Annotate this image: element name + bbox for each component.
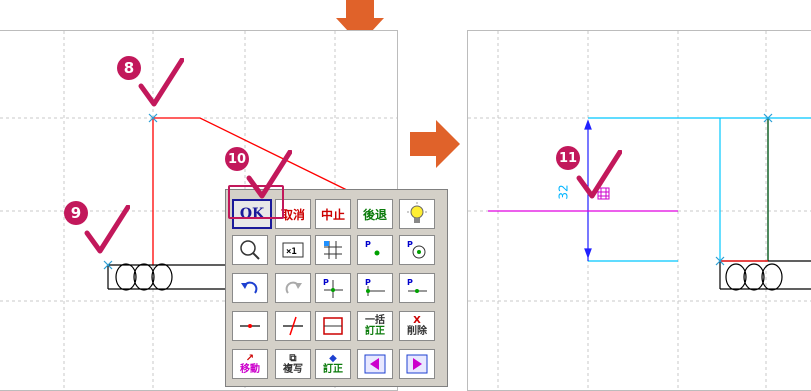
zoom-button[interactable] (232, 235, 268, 265)
copy-button[interactable]: ⧉ 複写 (275, 349, 311, 379)
snap-circle-button[interactable]: P (399, 235, 435, 265)
move-button[interactable]: ↗ 移動 (232, 349, 268, 379)
play-left-icon (364, 354, 386, 374)
arrow-right-icon (410, 120, 460, 168)
zoom-fit-icon: ×1 (282, 242, 304, 258)
play-right-icon (406, 354, 428, 374)
cad-canvas-after[interactable]: 32 (467, 30, 811, 391)
redo-button[interactable] (275, 273, 311, 303)
bulk-edit-button[interactable]: 一括 訂正 (357, 311, 393, 341)
check-icon (576, 150, 622, 199)
svg-text:P: P (407, 240, 413, 249)
undo-button[interactable] (232, 273, 268, 303)
snap-left-button[interactable]: P (357, 273, 393, 303)
snap-point-icon: P (365, 240, 380, 256)
rect-button[interactable] (315, 311, 351, 341)
abort-button[interactable]: 中止 (315, 199, 351, 229)
delete-label-bottom: 削除 (407, 326, 427, 337)
svg-text:P: P (407, 278, 413, 287)
dimension-label: 32 (556, 184, 571, 200)
check-icon (246, 150, 292, 199)
delete-button[interactable]: X 削除 (399, 311, 435, 341)
snap-point-button[interactable]: P (357, 235, 393, 265)
zoom-icon (240, 240, 260, 260)
prev-button[interactable] (357, 349, 393, 379)
line-icon (240, 324, 260, 328)
svg-text:P: P (365, 278, 371, 287)
grid-icon (324, 241, 342, 259)
move-icon: ↗ (245, 353, 255, 364)
edit-label: 訂正 (323, 364, 343, 375)
undo-icon (241, 281, 258, 294)
svg-text:×1: ×1 (286, 247, 297, 257)
snap-cross-button[interactable]: P (315, 273, 351, 303)
snap-left-icon: P (365, 278, 385, 296)
check-icon (138, 58, 184, 107)
bulk-edit-label-bottom: 訂正 (365, 326, 385, 337)
edit-icon: ◆ (329, 353, 337, 364)
snap-end-icon: P (407, 278, 427, 293)
svg-text:P: P (365, 240, 371, 249)
check-icon (84, 205, 130, 254)
copy-icon: ⧉ (289, 353, 297, 364)
lightbulb-icon (407, 202, 427, 223)
next-button[interactable] (399, 349, 435, 379)
snap-circle-icon: P (407, 240, 426, 259)
move-label: 移動 (240, 364, 260, 375)
bulk-edit-label-top: 一括 (365, 315, 385, 326)
snap-end-button[interactable]: P (399, 273, 435, 303)
cut-line-button[interactable] (275, 311, 311, 341)
edit-button[interactable]: ◆ 訂正 (315, 349, 351, 379)
hint-button[interactable] (399, 199, 435, 229)
delete-label-top: X (413, 315, 421, 326)
line-button[interactable] (232, 311, 268, 341)
redo-icon (285, 281, 302, 294)
zoom-fit-button[interactable]: ×1 (275, 235, 311, 265)
snap-cross-icon: P (323, 278, 343, 298)
rect-icon (323, 317, 343, 335)
svg-text:P: P (323, 278, 329, 287)
back-button[interactable]: 後退 (357, 199, 393, 229)
grid-button[interactable] (315, 235, 351, 265)
cut-line-icon (283, 316, 303, 336)
copy-label: 複写 (283, 364, 303, 375)
